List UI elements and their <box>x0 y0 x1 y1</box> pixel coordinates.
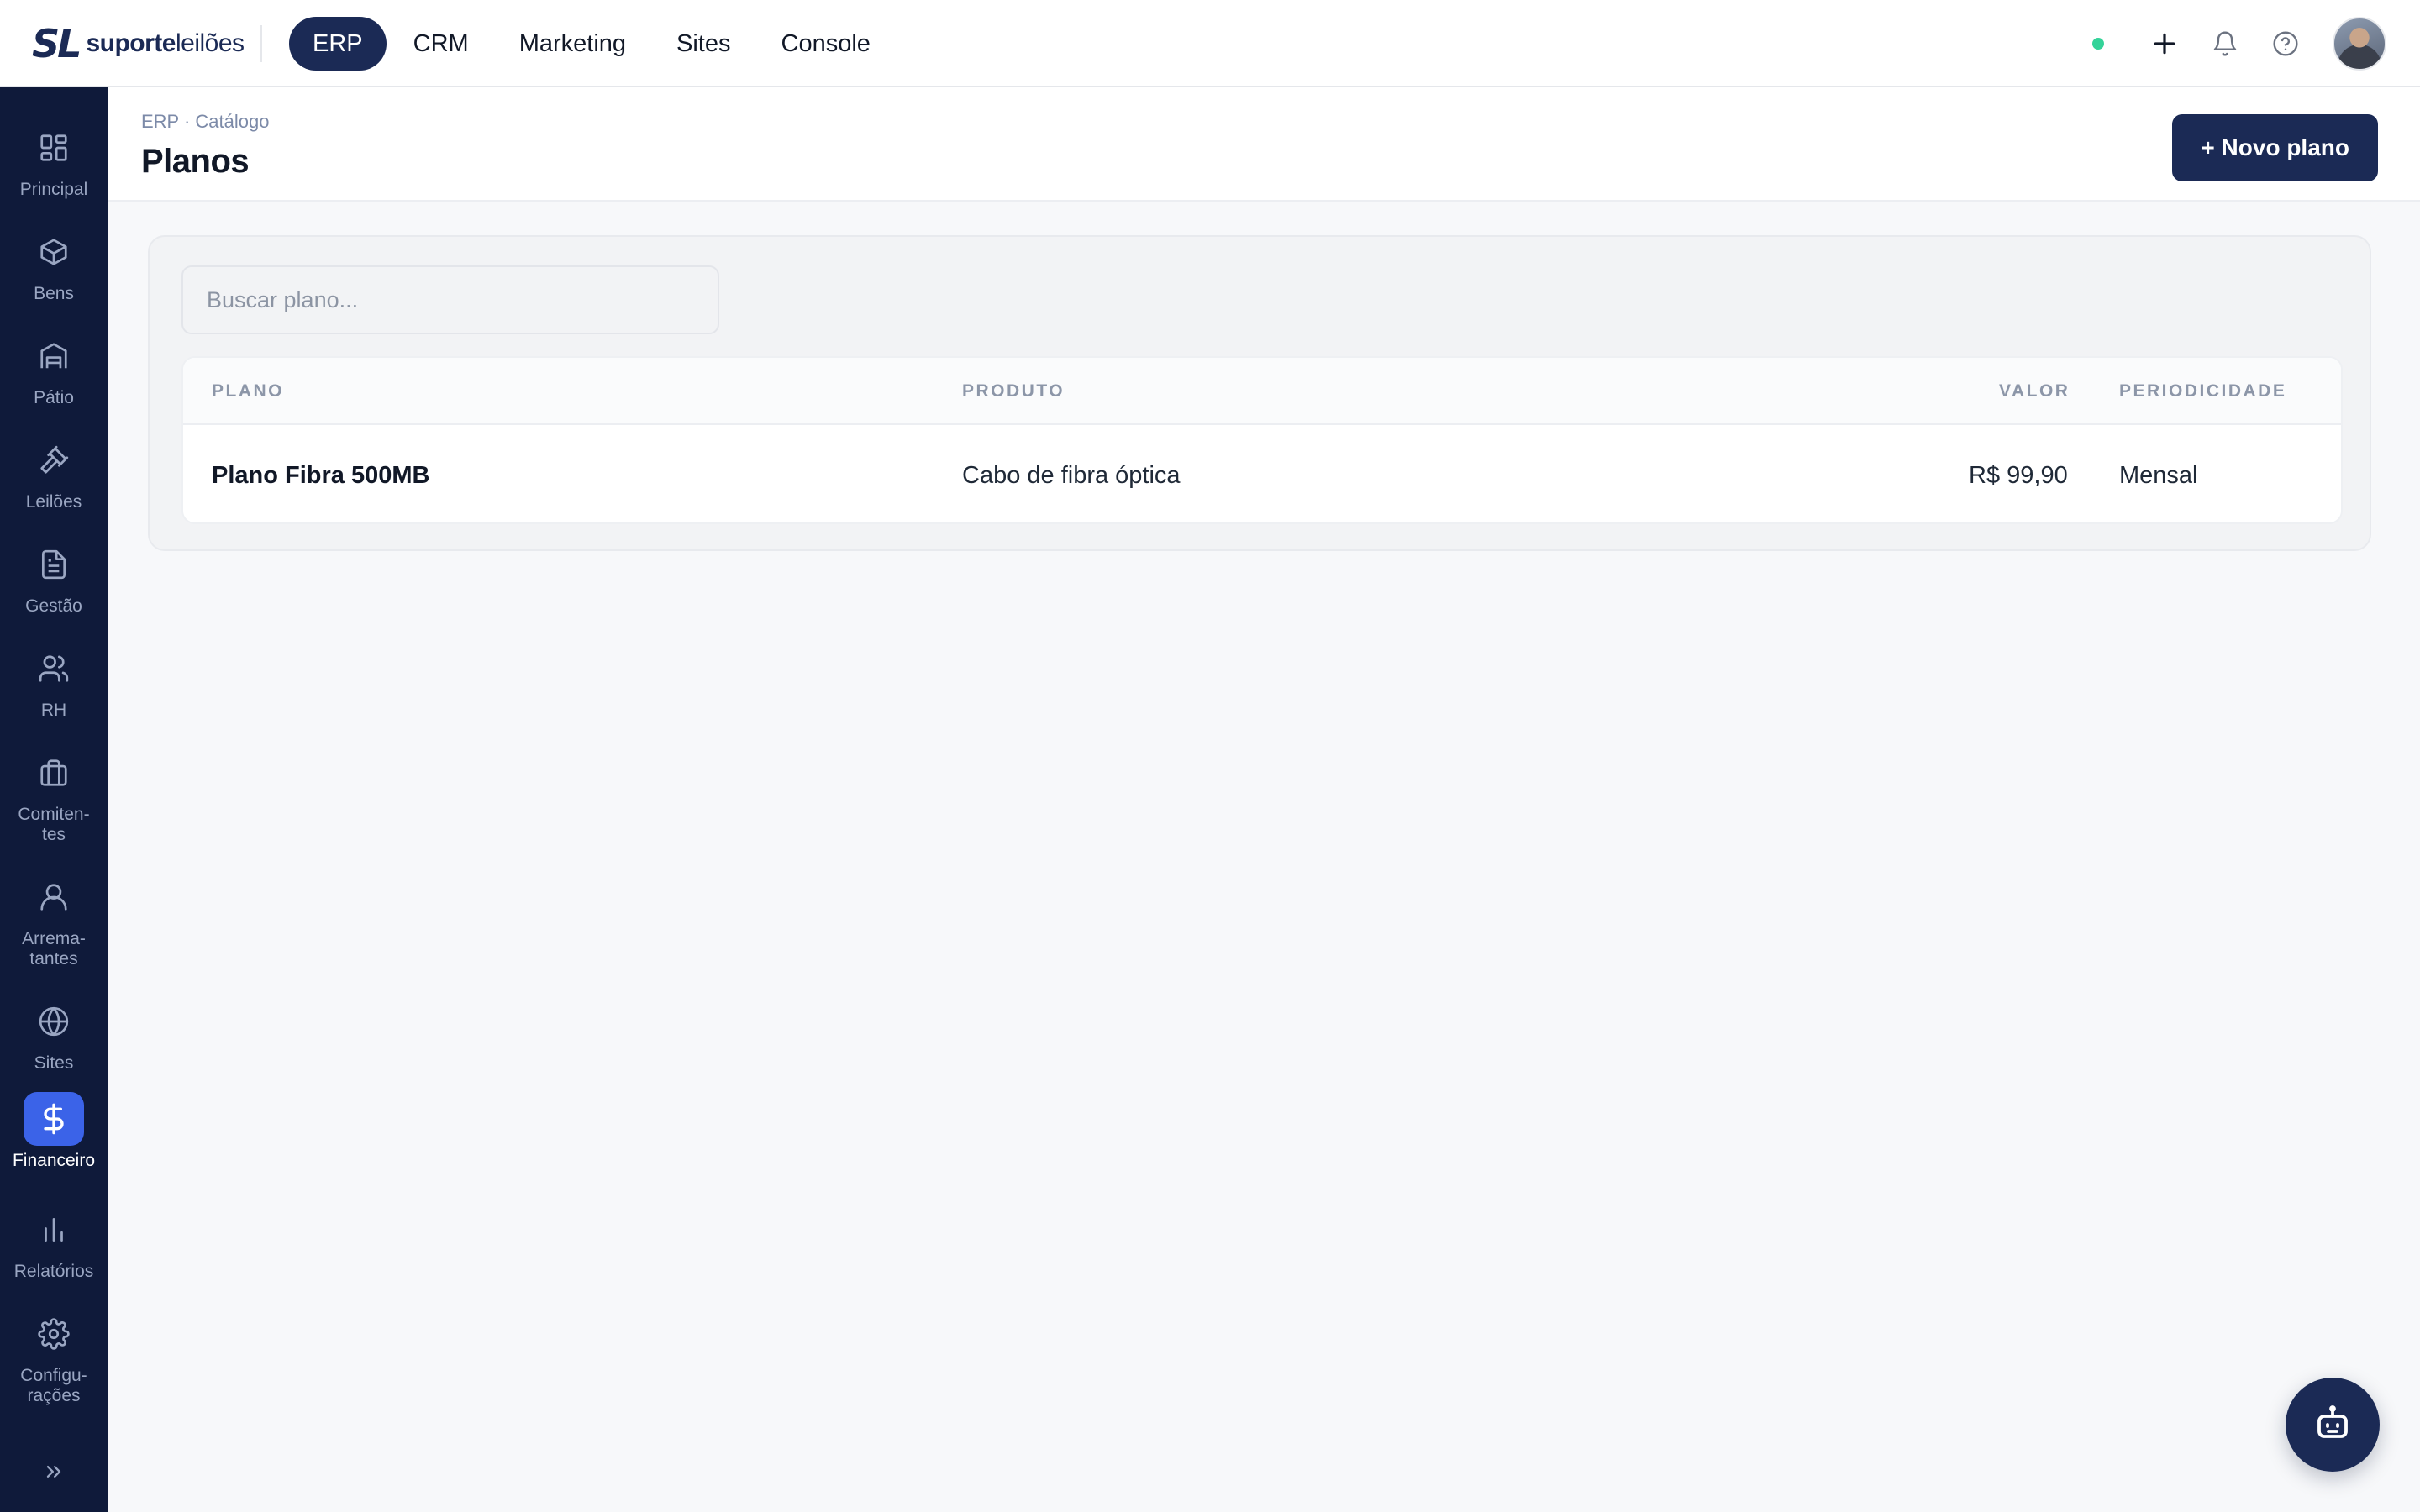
page-title: Planos <box>141 143 250 180</box>
table-row[interactable]: Plano Fibra 500MB Cabo de fibra óptica R… <box>183 425 2341 522</box>
logo-mark: SL <box>32 21 82 66</box>
brand-logo[interactable]: SL suporteleilões <box>32 21 245 66</box>
robot-icon <box>2312 1403 2353 1447</box>
search-input[interactable] <box>182 265 719 334</box>
column-header-plano: PLANO <box>212 381 284 401</box>
column-header-periodicidade: PERIODICIDADE <box>2119 381 2287 401</box>
dashboard-grid-icon <box>24 121 84 175</box>
sidebar-item-principal[interactable]: Principal <box>0 121 108 200</box>
top-bar: SL suporteleilões ERP CRM Marketing Site… <box>0 0 2420 87</box>
sidebar-item-comitentes[interactable]: Comiten- tes <box>0 746 108 845</box>
document-icon <box>24 538 84 591</box>
users-icon <box>24 642 84 696</box>
tab-crm[interactable]: CRM <box>390 17 492 71</box>
sidebar-item-label: Principal <box>19 180 88 199</box>
gear-icon <box>24 1307 84 1361</box>
sidebar-item-label: RH <box>40 701 67 720</box>
sidebar-item-financeiro[interactable]: Financeiro <box>0 1092 108 1171</box>
user-icon <box>24 870 84 924</box>
help-icon[interactable] <box>2265 24 2306 64</box>
dollar-icon <box>24 1092 84 1146</box>
gavel-icon <box>24 433 84 487</box>
module-nav: ERP CRM Marketing Sites Console <box>289 17 897 71</box>
warehouse-icon <box>24 329 84 383</box>
sidebar-item-label: Leilões <box>25 492 82 512</box>
sidebar: Principal Bens Pátio Leilões Gestão RH C… <box>0 87 108 1512</box>
tab-marketing[interactable]: Marketing <box>496 17 650 71</box>
bar-chart-icon <box>24 1203 84 1257</box>
sidebar-item-label: Comiten- tes <box>18 805 90 844</box>
cell-produto: Cabo de fibra óptica <box>962 462 1181 489</box>
briefcase-icon <box>24 746 84 800</box>
sidebar-item-label: Bens <box>34 284 74 303</box>
sidebar-item-label: Relatórios <box>13 1262 94 1281</box>
status-indicator <box>2092 38 2104 50</box>
sidebar-item-label: Pátio <box>34 388 74 407</box>
table-header: PLANO PRODUTO VALOR PERIODICIDADE <box>183 358 2341 425</box>
plus-icon[interactable] <box>2144 24 2185 64</box>
globe-icon <box>24 995 84 1048</box>
avatar[interactable] <box>2333 17 2386 71</box>
breadcrumb[interactable]: ERP · Catálogo <box>141 111 269 133</box>
sidebar-item-label: Sites <box>34 1053 74 1073</box>
divider <box>260 25 262 62</box>
sidebar-item-label: Financeiro <box>12 1151 96 1170</box>
tab-console[interactable]: Console <box>758 17 894 71</box>
sidebar-item-arrematantes[interactable]: Arrema- tantes <box>0 870 108 969</box>
sidebar-item-patio[interactable]: Pátio <box>0 329 108 408</box>
plans-table: PLANO PRODUTO VALOR PERIODICIDADE Plano … <box>182 356 2343 524</box>
assistant-bot-button[interactable] <box>2286 1378 2380 1472</box>
logo-text: suporteleilões <box>86 29 245 57</box>
sidebar-item-label: Arrema- tantes <box>22 929 86 969</box>
sidebar-item-label: Gestão <box>25 596 82 616</box>
plans-card: PLANO PRODUTO VALOR PERIODICIDADE Plano … <box>148 235 2371 551</box>
sidebar-item-leiloes[interactable]: Leilões <box>0 433 108 512</box>
box-icon <box>24 225 84 279</box>
page-header: ERP · Catálogo Planos + Novo plano <box>108 87 2420 202</box>
cell-plano: Plano Fibra 500MB <box>212 462 430 489</box>
sidebar-item-rh[interactable]: RH <box>0 642 108 721</box>
column-header-produto: PRODUTO <box>962 381 1065 401</box>
sidebar-item-relatorios[interactable]: Relatórios <box>0 1203 108 1282</box>
sidebar-item-configuracoes[interactable]: Configu- rações <box>0 1307 108 1406</box>
chevrons-right-icon[interactable] <box>34 1452 74 1492</box>
sidebar-item-gestao[interactable]: Gestão <box>0 538 108 617</box>
sidebar-item-bens[interactable]: Bens <box>0 225 108 304</box>
sidebar-item-label: Configu- rações <box>20 1366 87 1405</box>
cell-valor: R$ 99,90 <box>1969 462 2068 489</box>
new-plan-button[interactable]: + Novo plano <box>2172 114 2378 181</box>
sidebar-item-sites[interactable]: Sites <box>0 995 108 1074</box>
column-header-valor: VALOR <box>1999 381 2070 401</box>
tab-sites[interactable]: Sites <box>653 17 754 71</box>
bell-icon[interactable] <box>2205 24 2245 64</box>
tab-erp[interactable]: ERP <box>289 17 387 71</box>
cell-periodicidade: Mensal <box>2119 462 2198 489</box>
top-actions <box>2092 17 2386 71</box>
